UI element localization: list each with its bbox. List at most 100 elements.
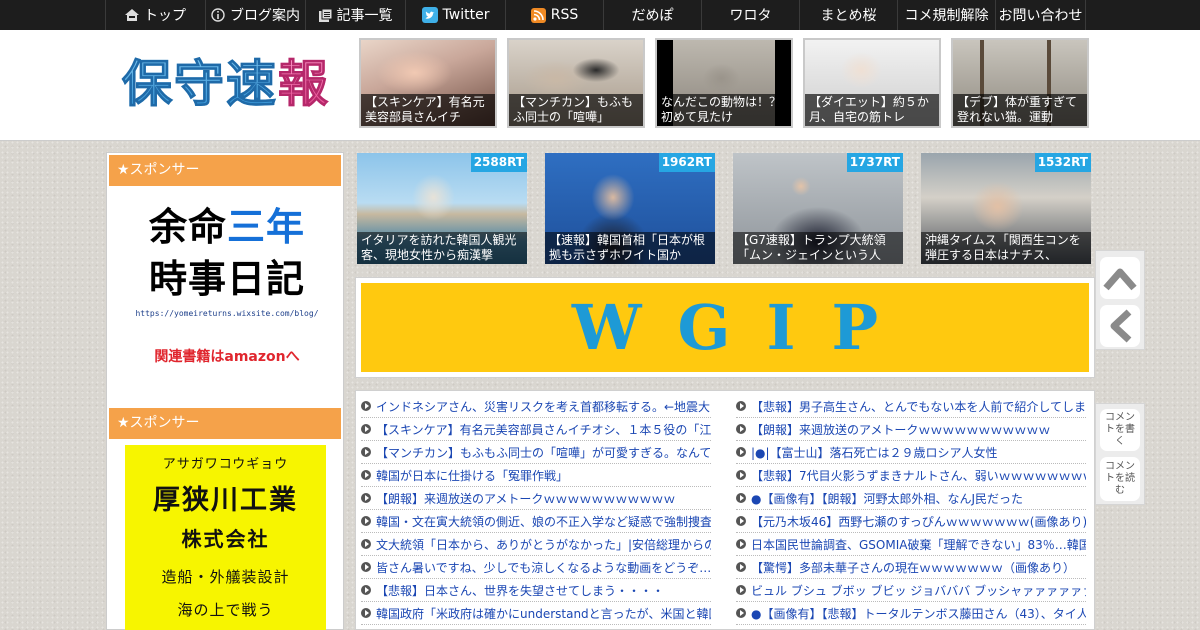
article-link-row[interactable]: 【悲報】日本さん、世界を失望させてしまう・・・・ (361, 579, 711, 602)
back-button[interactable] (1100, 305, 1140, 347)
article-link-text: 【悲報】男子高生さん、とんでもない本を人前で紹介してしま (751, 399, 1086, 414)
article-link-row[interactable]: 【スキンケア】有名元美容部員さんイチオシ、１本５役の「江 (361, 418, 711, 441)
article-link-row[interactable]: 日本国民世論調査、GSOMIA破棄「理解できない」83％…韓国 (736, 533, 1086, 556)
chevron-up-icon (1103, 268, 1137, 291)
write-comment-button[interactable]: コメントを書く (1100, 409, 1140, 451)
top-nav: トップ ブログ案内 記事一覧 Twitter RSS だめぽ ワロタ まとめ桜 コメ規制解除 お問… (0, 0, 1200, 30)
ad-amazon-link[interactable]: 関連書籍はamazonへ (127, 346, 327, 366)
sponsor-heading-2: ★スポンサー (109, 408, 341, 439)
article-link-text: 皆さん暑いですね、少しでも涼しくなるような動画をどうぞ… (376, 560, 711, 575)
article-link-row[interactable]: |●|【富士山】落石死亡は２９歳ロシア人女性 (736, 441, 1086, 464)
ad2-company: 株式会社 (181, 527, 270, 551)
bullet-arrow-icon (361, 516, 371, 526)
header-thumb[interactable]: 【スキンケア】有名元美容部員さんイチ (359, 38, 497, 128)
read-comment-button[interactable]: コメントを読む (1100, 457, 1140, 501)
ranking-caption: 【速報】韓国首相「日本が根拠も示さずホワイト国か (545, 232, 715, 264)
nav-item-0[interactable]: トップ (106, 0, 206, 30)
article-link-text: |●|【富士山】落石死亡は２９歳ロシア人女性 (751, 445, 998, 460)
bullet-arrow-icon (361, 447, 371, 457)
links-left-column: インドネシアさん、災害リスクを考え首都移転する。←地震大【スキンケア】有名元美容… (361, 395, 711, 625)
nav-item-label: だめぽ (631, 8, 674, 24)
nav-item-5[interactable]: だめぽ (604, 0, 702, 30)
article-link-row[interactable]: 【マンチカン】もふもふ同士の「喧嘩」が可愛すぎる。なんて (361, 441, 711, 464)
ad2-kana: アサガワコウギョウ (162, 457, 289, 472)
thumb-caption: 【マンチカン】もふもふ同士の「喧嘩」 (509, 94, 643, 126)
sponsor-ad-asagawa[interactable]: アサガワコウギョウ 厚狭川工業 株式会社 造船・外艤装設計 海の上で戦う (125, 445, 326, 630)
nav-item-6[interactable]: ワロタ (702, 0, 800, 30)
article-link-text: 【スキンケア】有名元美容部員さんイチオシ、１本５役の「江 (376, 422, 711, 437)
article-link-text: 【朗報】来週放送のアメトークｗｗｗｗｗｗｗｗｗｗｗ (376, 491, 676, 506)
ad-url: https://yomeireturns.wixsite.com/blog/ (135, 309, 319, 318)
thumb-caption: なんだこの動物は！？初めて見たけ (657, 94, 791, 126)
scroll-buttons (1095, 250, 1145, 350)
site-header: 保守速報 【スキンケア】有名元美容部員さんイチ 【マンチカン】もふもふ同士の「喧嘩… (0, 30, 1200, 141)
article-link-row[interactable]: ●【画像有】【悲報】トータルテンボス藤田さん（43）、タイ人 (736, 602, 1086, 625)
article-link-text: 【元乃木坂46】西野七瀬のすっぴんｗｗｗｗｗｗｗ(画像あり) (751, 514, 1086, 529)
rt-count-badge: 1737RT (846, 153, 903, 172)
nav-item-9[interactable]: お問い合わせ (996, 0, 1086, 30)
bullet-arrow-icon (736, 424, 746, 434)
article-link-text: 韓国・文在寅大統領の側近、娘の不正入学など疑惑で強制捜査 (376, 514, 711, 529)
site-logo[interactable]: 保守速報 (122, 54, 330, 114)
chevron-left-icon (1110, 309, 1132, 343)
article-link-row[interactable]: 【朗報】来週放送のアメトークｗｗｗｗｗｗｗｗｗｗｗ (736, 418, 1086, 441)
sponsor-ad-yomei[interactable]: 余命三年 時事日記 https://yomeireturns.wixsite.c… (127, 201, 327, 366)
nav-item-1[interactable]: ブログ案内 (206, 0, 306, 30)
nav-item-label: Twitter (442, 7, 490, 23)
nav-item-8[interactable]: コメ規制解除 (898, 0, 996, 30)
article-link-row[interactable]: 【朗報】来週放送のアメトークｗｗｗｗｗｗｗｗｗｗｗ (361, 487, 711, 510)
nav-item-label: お問い合わせ (998, 8, 1083, 24)
rt-count-badge: 2588RT (470, 153, 527, 172)
ad2-desc: 造船・外艤装設計 (161, 568, 290, 586)
article-link-row[interactable]: 【悲報】7代目火影うずまきナルトさん、弱いｗｗｗｗｗｗｗｗ (736, 464, 1086, 487)
article-link-text: 【マンチカン】もふもふ同士の「喧嘩」が可愛すぎる。なんて (376, 445, 711, 460)
rt-count-badge: 1532RT (1034, 153, 1091, 172)
ranking-item[interactable]: 1532RT 沖縄タイムス「関西生コンを弾圧する日本はナチス、 (921, 153, 1091, 264)
wgip-banner[interactable]: WGIP (355, 277, 1095, 378)
nav-item-7[interactable]: まとめ桜 (800, 0, 898, 30)
header-thumb[interactable]: なんだこの動物は！？初めて見たけ (655, 38, 793, 128)
scroll-top-button[interactable] (1100, 257, 1140, 299)
article-link-text: 【朗報】来週放送のアメトークｗｗｗｗｗｗｗｗｗｗｗ (751, 422, 1051, 437)
article-link-row[interactable]: 韓国政府「米政府は確かにunderstandと言ったが、米国と韓国で (361, 602, 711, 625)
bullet-arrow-icon (736, 516, 746, 526)
article-link-row[interactable]: 【悲報】男子高生さん、とんでもない本を人前で紹介してしま (736, 395, 1086, 418)
bullet-arrow-icon (736, 585, 746, 595)
article-link-row[interactable]: 文大統領「日本から、ありがとうがなかった」|安倍総理からの (361, 533, 711, 556)
ranking-item[interactable]: 2588RT イタリアを訪れた韓国人観光客、現地女性から痴漢撃 (357, 153, 527, 264)
article-link-text: 【悲報】7代目火影うずまきナルトさん、弱いｗｗｗｗｗｗｗｗ (751, 468, 1086, 483)
nav-item-3[interactable]: Twitter (406, 0, 506, 30)
bullet-arrow-icon (361, 424, 371, 434)
ranking-item[interactable]: 1962RT 【速報】韓国首相「日本が根拠も示さずホワイト国か (545, 153, 715, 264)
nav-item-label: ブログ案内 (230, 8, 300, 24)
article-link-row[interactable]: 皆さん暑いですね、少しでも涼しくなるような動画をどうぞ… (361, 556, 711, 579)
nav-item-label: まとめ桜 (820, 8, 877, 24)
thumb-caption: 【デブ】体が重すぎて登れない猫。運動 (953, 94, 1087, 126)
ad2-name: 厚狭川工業 (153, 485, 298, 516)
nav-item-2[interactable]: 記事一覧 (306, 0, 406, 30)
bullet-arrow-icon (361, 493, 371, 503)
article-link-text: ●【画像有】【悲報】トータルテンボス藤田さん（43）、タイ人 (751, 606, 1086, 621)
article-link-row[interactable]: 【驚愕】多部未華子さんの現在ｗｗｗｗｗｗｗ（画像あり） (736, 556, 1086, 579)
ad-title-line1a: 余命 (148, 205, 227, 249)
header-thumb[interactable]: 【マンチカン】もふもふ同士の「喧嘩」 (507, 38, 645, 128)
article-link-row[interactable]: 韓国が日本に仕掛ける「冤罪作戦」 (361, 464, 711, 487)
ranking-caption: 【G7速報】トランプ大統領「ムン・ジェインという人 (733, 232, 903, 264)
ranking-item[interactable]: 1737RT 【G7速報】トランプ大統領「ムン・ジェインという人 (733, 153, 903, 264)
article-link-row[interactable]: ビュル ブシュ ブボッ ブビッ ジョバババ ブッシャァァァァァァ (736, 579, 1086, 602)
ad-title-line1b: 三年 (227, 205, 306, 249)
nav-item-label: ワロタ (729, 8, 772, 24)
bullet-arrow-icon (736, 470, 746, 480)
article-link-row[interactable]: 韓国・文在寅大統領の側近、娘の不正入学など疑惑で強制捜査 (361, 510, 711, 533)
article-link-row[interactable]: インドネシアさん、災害リスクを考え首都移転する。←地震大 (361, 395, 711, 418)
article-link-row[interactable]: 【元乃木坂46】西野七瀬のすっぴんｗｗｗｗｗｗｗ(画像あり) (736, 510, 1086, 533)
article-link-text: ●【画像有】【朗報】河野太郎外相、なんJ民だった (751, 491, 1024, 506)
header-thumb[interactable]: 【デブ】体が重すぎて登れない猫。運動 (951, 38, 1089, 128)
article-link-row[interactable]: ●【画像有】【朗報】河野太郎外相、なんJ民だった (736, 487, 1086, 510)
nav-item-label: 記事一覧 (336, 8, 393, 24)
nav-item-4[interactable]: RSS (506, 0, 604, 30)
article-link-text: 日本国民世論調査、GSOMIA破棄「理解できない」83％…韓国 (751, 537, 1086, 552)
header-thumb[interactable]: 【ダイエット】約５か月、自宅の筋トレ (803, 38, 941, 128)
nav-list: トップ ブログ案内 記事一覧 Twitter RSS だめぽ ワロタ まとめ桜 コメ規制解除 お問… (105, 0, 1086, 30)
ranking-caption: 沖縄タイムス「関西生コンを弾圧する日本はナチス、 (921, 232, 1091, 264)
